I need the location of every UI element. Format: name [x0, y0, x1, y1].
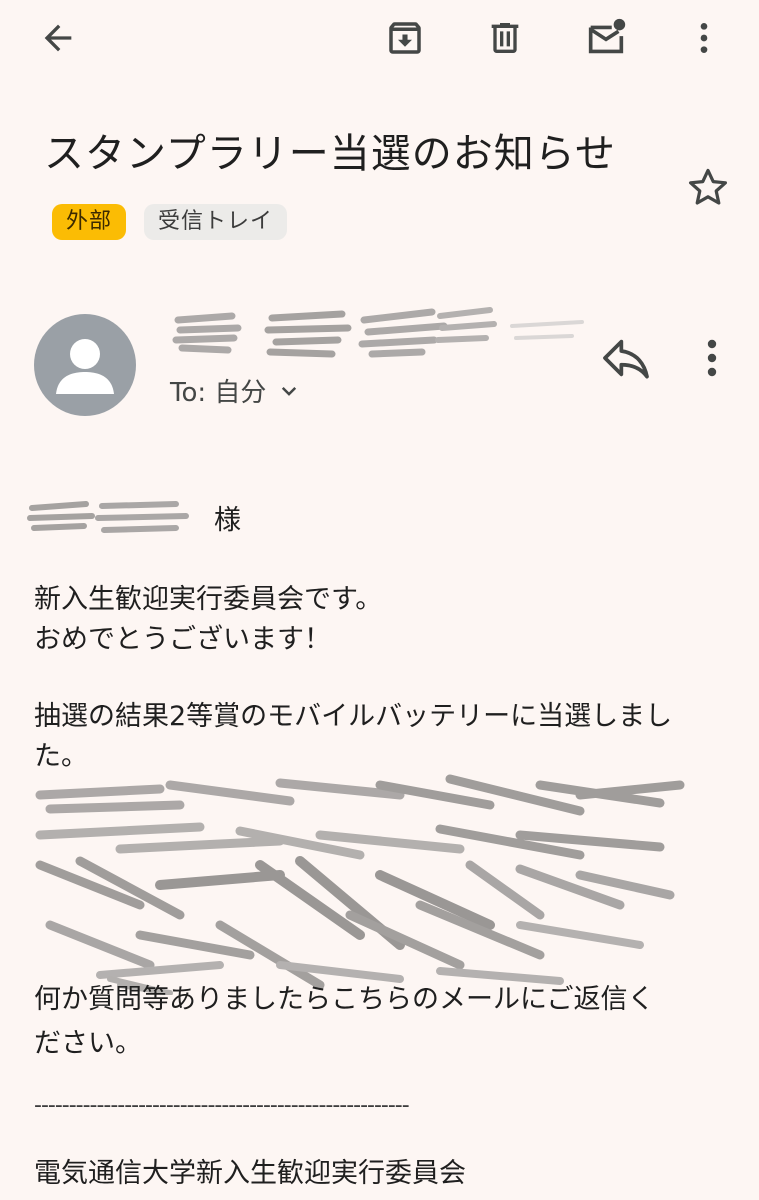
subject-text: スタンプラリー当選のお知らせ: [44, 131, 616, 177]
signature-divider: ----------------------------------------…: [34, 1093, 410, 1118]
message-more-button[interactable]: [684, 330, 740, 386]
sender-name-redacted: [172, 307, 584, 358]
reply-icon: [603, 339, 649, 379]
trash-icon: [491, 23, 519, 53]
arrow-back-icon: [44, 24, 72, 52]
greeting-suffix: 様: [214, 505, 241, 536]
signature: 電気通信大学新入生歓迎実行委員会: [34, 1158, 466, 1189]
redacted-paragraph: [35, 774, 685, 995]
to-line: To: 自分: [170, 378, 267, 408]
inbox-label-chip[interactable]: 受信トレイ: [144, 204, 288, 240]
star-button[interactable]: [684, 164, 732, 212]
sender-avatar[interactable]: [34, 314, 136, 416]
external-label-chip[interactable]: 外部: [52, 204, 127, 240]
body-line-2: おめでとうございます！: [34, 624, 331, 655]
archive-icon: [389, 22, 421, 54]
delete-button[interactable]: [477, 10, 533, 66]
mark-unread-icon: [588, 18, 626, 54]
body-line-5: 何か質問等ありましたらこちらのメールにご返信く: [34, 984, 655, 1015]
star-outline-icon: [689, 168, 727, 205]
person-icon: [56, 339, 114, 394]
mark-unread-button[interactable]: [578, 10, 634, 66]
more-vert-icon: [700, 23, 708, 53]
back-button[interactable]: [30, 10, 86, 66]
chevron-down-icon: [282, 386, 297, 396]
email-subject: スタンプラリー当選のお知らせ外部 受信トレイ: [44, 118, 664, 262]
subject-area: スタンプラリー当選のお知らせ外部 受信トレイ: [44, 118, 664, 262]
more-vert-icon: [707, 339, 717, 377]
recipient-name-redacted: [27, 501, 189, 533]
reply-button[interactable]: [598, 330, 654, 386]
top-app-bar: [0, 0, 759, 80]
body-line-6: ださい。: [34, 1028, 142, 1059]
body-line-1: 新入生歓迎実行委員会です。: [34, 584, 383, 615]
recipients-toggle[interactable]: To: 自分: [170, 372, 304, 409]
body-line-3: 抽選の結果2等賞のモバイルバッテリーに当選しまし: [34, 701, 673, 732]
more-options-button[interactable]: [676, 10, 732, 66]
archive-button[interactable]: [377, 10, 433, 66]
